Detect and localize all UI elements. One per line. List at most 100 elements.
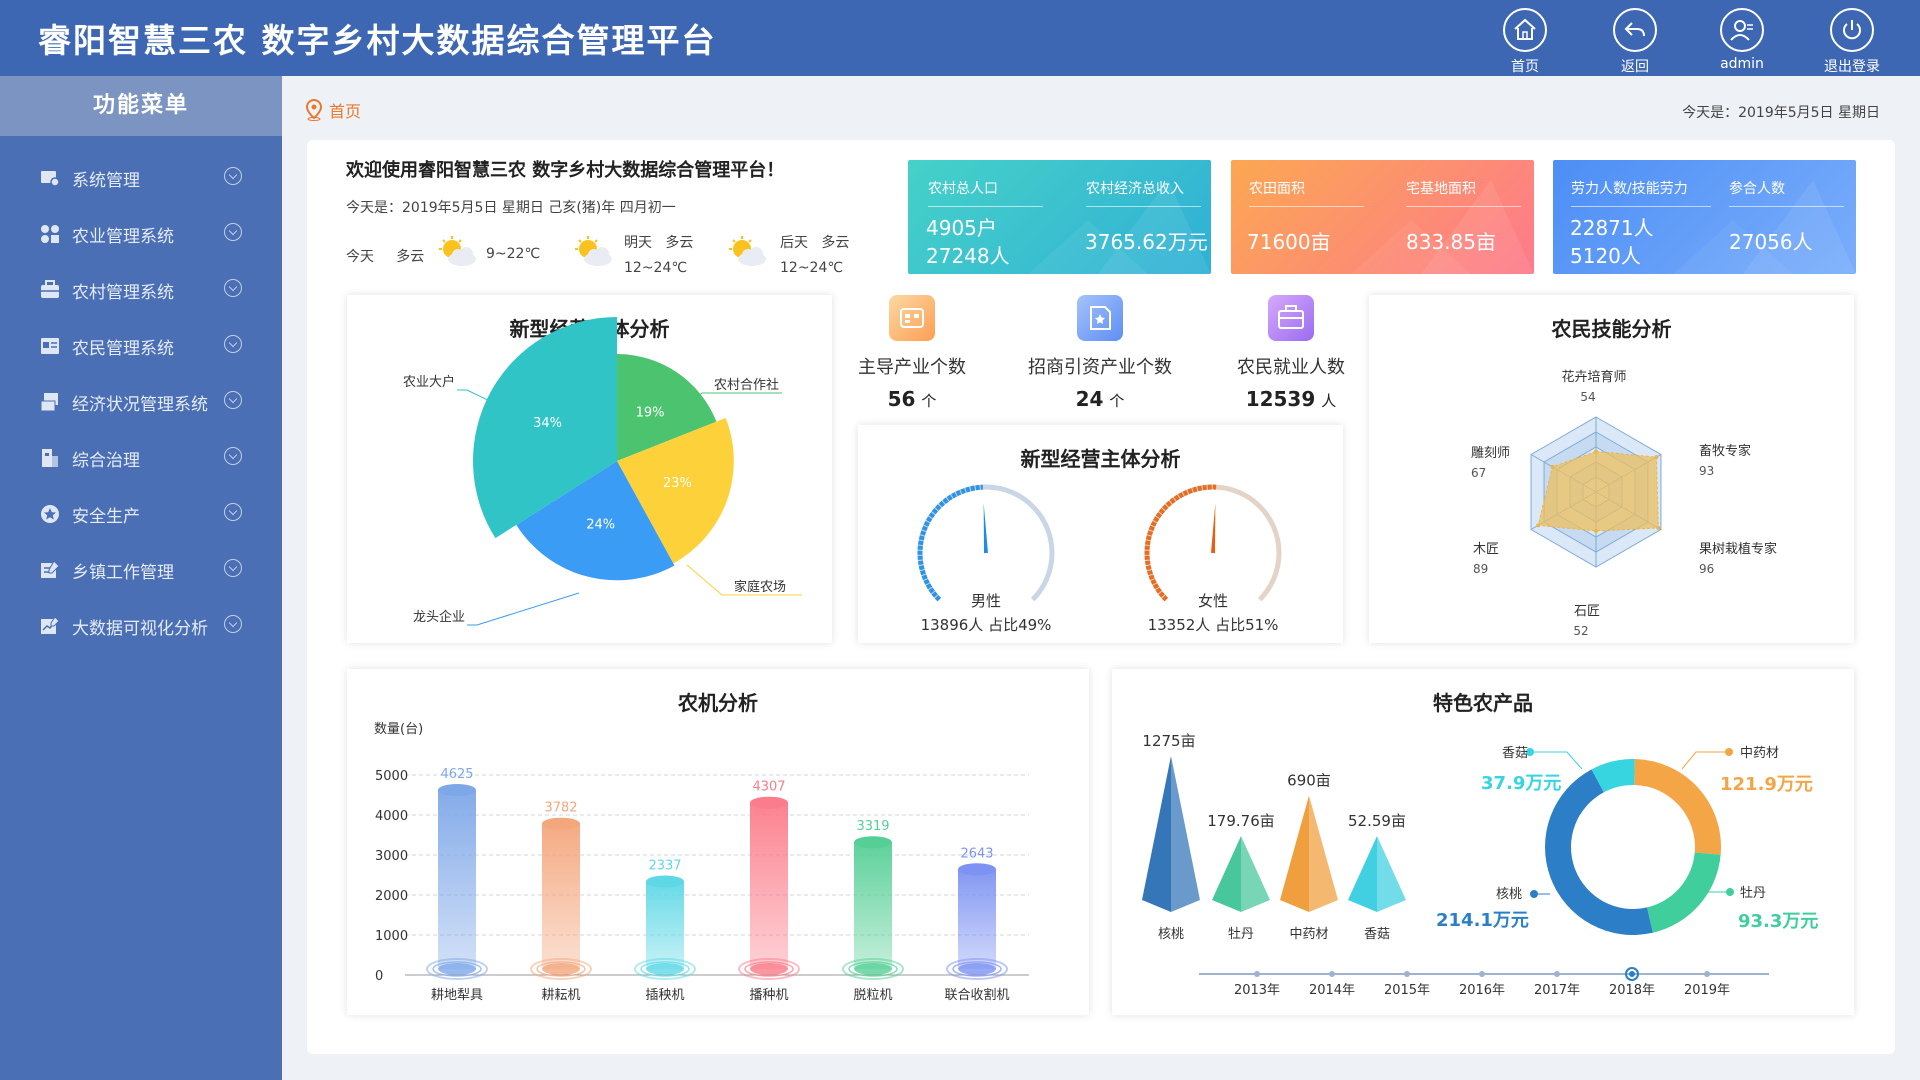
stat-value: 833.85亩 [1406, 230, 1496, 254]
timeline-year-label: 2016年 [1459, 983, 1505, 998]
stat-label: 农村经济总收入 [1086, 178, 1201, 207]
x-tick-label: 耕地犁具 [431, 987, 483, 1003]
timeline-dot [1554, 971, 1560, 977]
gauge-chart: 男性 13896人 占比49% 女性 13352人 占比51% [917, 484, 1282, 634]
radar-indicator-label: 花卉培育师 [1561, 369, 1626, 385]
gauge-progress [1144, 484, 1217, 602]
sidebar-item-bigdata[interactable]: 大数据可视化分析 [0, 598, 282, 654]
user-icon [1720, 8, 1764, 52]
sidebar-item-label: 安全生产 [72, 507, 140, 527]
specialty-products-chart: 1275亩核桃179.76亩牡丹690亩中药材52.59亩香菇香菇37.9万元中… [1142, 732, 1818, 998]
chevron-down-icon [224, 391, 242, 409]
weather-cond: 多云 [665, 235, 694, 251]
donut-slice-name: 核桃 [1496, 887, 1522, 902]
donut-leader-line [1681, 751, 1729, 770]
sidebar-item-agriculture[interactable]: 农业管理系统 [0, 206, 282, 262]
location-icon [305, 99, 323, 121]
timeline-dot [1254, 971, 1260, 977]
cone-value-label: 1275亩 [1142, 732, 1195, 750]
sidebar-item-system[interactable]: 系统管理 [0, 150, 282, 206]
sidebar-item-safety[interactable]: 安全生产 [0, 486, 282, 542]
sidebar-item-label: 大数据可视化分析 [72, 619, 208, 639]
cone-value-label: 179.76亩 [1207, 812, 1275, 830]
mini-value: 24 [1075, 387, 1104, 411]
briefcase-icon [41, 280, 59, 298]
radar-chart: 花卉培育师 54 畜牧专家 93 果树栽植专家 96 石匠 52 木匠 89 雕刻师 67 [1471, 369, 1777, 638]
bar [750, 802, 788, 969]
timeline-year-label: 2018年 [1609, 983, 1655, 998]
sidebar-item-economy[interactable]: 经济状况管理系统 [0, 374, 282, 430]
donut-leader-dot [1530, 890, 1538, 898]
cone-right-face [1309, 795, 1338, 912]
x-tick-label: 脱粒机 [853, 988, 892, 1003]
settings-icon [41, 171, 60, 187]
sidebar-title: 功能菜单 [0, 76, 282, 136]
donut-leader-dot [1725, 748, 1733, 756]
radar-indicator-label: 木匠 [1473, 542, 1499, 557]
sidebar: 功能菜单 系统管理 农业管理系统 农村管理系统 农民管理系统 经济状况管理系统 … [0, 76, 282, 1080]
sidebar-item-label: 农村管理系统 [72, 283, 174, 303]
card-icon [41, 338, 59, 354]
x-tick-label: 播种机 [749, 988, 788, 1003]
mini-unit: 个 [1109, 392, 1125, 410]
mini-unit: 个 [921, 392, 937, 410]
radar-indicator-value: 54 [1580, 390, 1595, 404]
cloudy-icon [729, 236, 766, 266]
bar-top-cap [438, 784, 476, 796]
sidebar-item-label: 经济状况管理系统 [72, 395, 208, 415]
weather-after-tomorrow-temp: 12~24℃ [780, 260, 844, 276]
chevron-down-icon [224, 223, 242, 241]
stat-value: 4905户 [926, 216, 997, 240]
slice-percent-label: 23% [663, 476, 692, 491]
chevron-down-icon [224, 559, 242, 577]
sidebar-item-farmers[interactable]: 农民管理系统 [0, 318, 282, 374]
cone-category-label: 中药材 [1289, 927, 1328, 942]
donut-slice-value: 121.9万元 [1720, 774, 1813, 795]
radar-point [1654, 455, 1659, 460]
sidebar-item-rural[interactable]: 农村管理系统 [0, 262, 282, 318]
chevron-down-icon [224, 447, 242, 465]
bar-value-label: 4307 [752, 780, 785, 795]
mini-label: 招商引资产业个数 [1028, 357, 1172, 378]
breadcrumb-home[interactable]: 首页 [329, 98, 361, 122]
donut-slice-name: 中药材 [1740, 746, 1779, 761]
weather-after-tomorrow: 后天 多云 [780, 232, 849, 252]
donut-slice-value: 37.9万元 [1481, 773, 1561, 794]
timeline-year-label: 2015年 [1384, 983, 1430, 998]
home-button[interactable]: 首页 [1485, 8, 1565, 76]
breadcrumb[interactable]: 首页 [305, 98, 361, 122]
chart-edit-icon [41, 616, 60, 634]
weather-cond: 多云 [821, 235, 850, 251]
slice-percent-label: 34% [533, 416, 562, 431]
weather-today-temp: 9~22℃ [486, 246, 541, 262]
chevron-down-icon [224, 167, 242, 185]
radar-indicator-value: 96 [1699, 562, 1714, 576]
cone-left-face [1348, 836, 1377, 912]
stat-value: 22871人 [1570, 216, 1654, 240]
bar-bottom-cap [438, 963, 476, 975]
home-icon [1503, 8, 1547, 52]
mini-stat-employment: 农民就业人数 12539 人 [1201, 295, 1381, 411]
user-button[interactable]: admin [1702, 8, 1782, 72]
bar [958, 869, 996, 969]
radar-indicator-value: 93 [1699, 464, 1714, 478]
y-tick-label: 3000 [375, 849, 408, 864]
timeline-year-label: 2017年 [1534, 983, 1580, 998]
timeline-year-label: 2014年 [1309, 983, 1355, 998]
back-button[interactable]: 返回 [1595, 8, 1675, 76]
radar-indicator-value: 67 [1471, 466, 1486, 480]
shield-star-icon [41, 505, 59, 523]
stat-value: 3765.62万元 [1085, 230, 1208, 254]
back-icon [1613, 8, 1657, 52]
panel-gender-gauge: 新型经营主体分析 男性 13896人 占比49% 女性 13352人 占比51% [858, 425, 1343, 643]
chevron-down-icon [224, 615, 242, 633]
logout-button[interactable]: 退出登录 [1812, 8, 1892, 76]
gauge-pointer [983, 503, 988, 554]
sidebar-item-governance[interactable]: 综合治理 [0, 430, 282, 486]
donut-slice-name: 牡丹 [1740, 886, 1766, 901]
cone-right-face [1241, 836, 1270, 912]
donut-slice-name: 香菇 [1502, 746, 1528, 761]
sidebar-item-township[interactable]: 乡镇工作管理 [0, 542, 282, 598]
donut-slice-value: 214.1万元 [1436, 910, 1529, 931]
timeline-dot [1479, 971, 1485, 977]
